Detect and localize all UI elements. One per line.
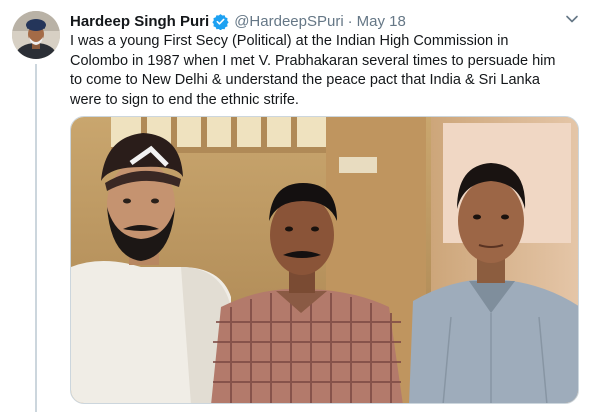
chevron-down-icon[interactable] (563, 10, 581, 28)
thread-line (35, 64, 37, 412)
author-avatar[interactable] (12, 11, 60, 59)
avatar-image (12, 11, 60, 59)
tweet-date[interactable]: May 18 (357, 13, 406, 30)
tweet-photo[interactable] (70, 116, 579, 404)
photo-image (71, 117, 578, 403)
tweet-text-line: were to sign to end the ethnic strife. (70, 91, 299, 108)
tweet-header: Hardeep Singh Puri @HardeepSPuri · May 1… (70, 11, 406, 31)
header-separator: · (347, 12, 353, 30)
verified-badge-icon (212, 13, 229, 30)
author-handle[interactable]: @HardeepSPuri (234, 13, 343, 30)
tweet-text-line: Colombo in 1987 when I met V. Prabhakara… (70, 52, 556, 69)
tweet-text-line: to come to New Delhi & understand the pe… (70, 72, 540, 88)
tweet-text-line: I was a young First Secy (Political) at … (70, 33, 509, 49)
tweet-card[interactable]: Hardeep Singh Puri @HardeepSPuri · May 1… (0, 0, 595, 412)
tweet-text: I was a young First Secy (Political) at … (70, 32, 582, 110)
author-name[interactable]: Hardeep Singh Puri (70, 13, 209, 30)
